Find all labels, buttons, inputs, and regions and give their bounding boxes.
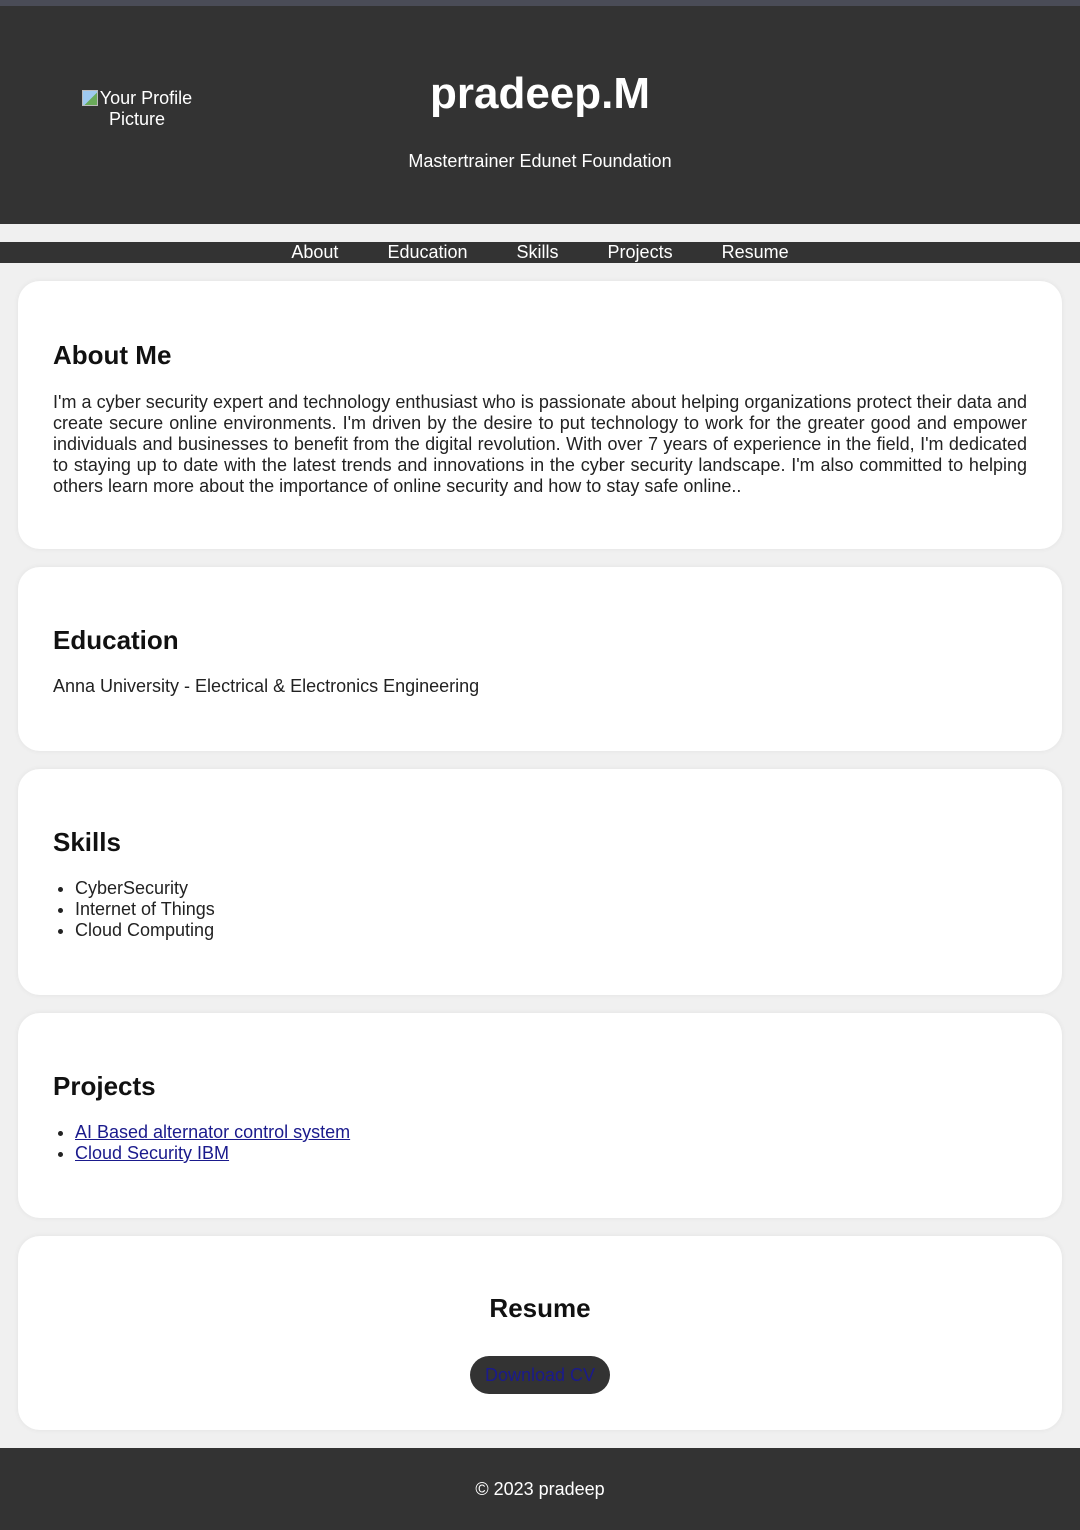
project-item: Cloud Security IBM <box>75 1143 1027 1164</box>
site-subtitle: Mastertrainer Edunet Foundation <box>408 151 672 171</box>
skill-item: Internet of Things <box>75 899 1027 920</box>
main-nav: About Education Skills Projects Resume <box>0 242 1080 263</box>
nav-link-resume[interactable]: Resume <box>722 242 789 263</box>
resume-section: Resume Download CV <box>18 1236 1062 1430</box>
download-cv-button[interactable]: Download CV <box>470 1356 610 1394</box>
site-header: Your Profile Picture pradeep.M Mastertra… <box>0 6 1080 224</box>
about-text: I'm a cyber security expert and technolo… <box>53 392 1027 496</box>
projects-list: AI Based alternator control system Cloud… <box>53 1122 1027 1164</box>
footer-text: © 2023 pradeep <box>475 1479 605 1499</box>
nav-link-about[interactable]: About <box>291 242 338 263</box>
nav-link-education[interactable]: Education <box>387 242 467 263</box>
nav-link-skills[interactable]: Skills <box>517 242 559 263</box>
site-footer: © 2023 pradeep <box>0 1448 1080 1530</box>
about-heading: About Me <box>53 340 172 370</box>
skill-item: CyberSecurity <box>75 878 1027 899</box>
projects-heading: Projects <box>53 1071 156 1101</box>
skills-list: CyberSecurity Internet of Things Cloud C… <box>53 878 1027 941</box>
skills-section: Skills CyberSecurity Internet of Things … <box>18 769 1062 995</box>
project-item: AI Based alternator control system <box>75 1122 1027 1143</box>
skill-item: Cloud Computing <box>75 920 1027 941</box>
about-section: About Me I'm a cyber security expert and… <box>18 281 1062 549</box>
skills-heading: Skills <box>53 827 121 857</box>
site-title: pradeep.M <box>429 69 651 118</box>
education-section: Education Anna University - Electrical &… <box>18 567 1062 751</box>
project-link[interactable]: AI Based alternator control system <box>75 1122 350 1142</box>
education-text: Anna University - Electrical & Electroni… <box>53 676 480 696</box>
projects-section: Projects AI Based alternator control sys… <box>18 1013 1062 1218</box>
education-heading: Education <box>53 625 179 655</box>
resume-heading: Resume <box>489 1293 591 1323</box>
nav-link-projects[interactable]: Projects <box>608 242 673 263</box>
project-link[interactable]: Cloud Security IBM <box>75 1143 229 1163</box>
